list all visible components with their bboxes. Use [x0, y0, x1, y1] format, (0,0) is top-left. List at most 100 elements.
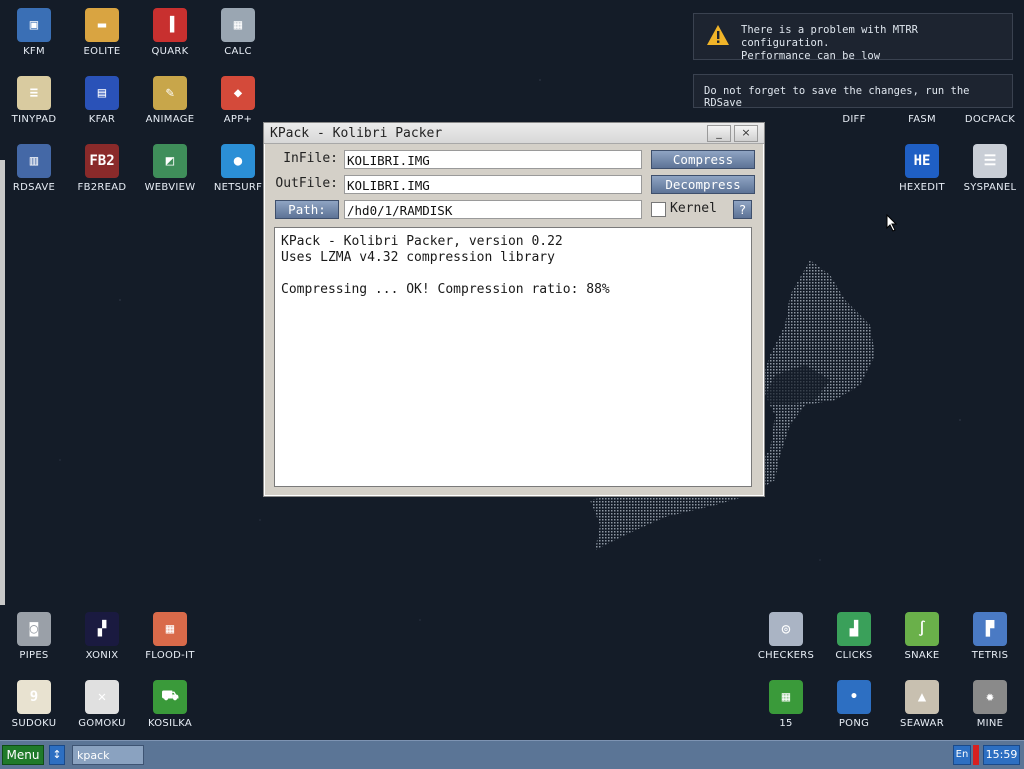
desktop-icon-checkers[interactable]: ◎ CHECKERS	[752, 604, 820, 668]
desktop-icon-kosilka[interactable]: ⛟ KOSILKA	[136, 672, 204, 736]
webview-icon: ◩	[153, 144, 187, 178]
desktop-icon-flood-it[interactable]: ▦ FLOOD-IT	[136, 604, 204, 668]
path-input[interactable]: /hd0/1/RAMDISK	[344, 200, 642, 219]
desktop-icon-animage[interactable]: ✎ ANIMAGE	[136, 68, 204, 132]
flood-icon: ▦	[153, 612, 187, 646]
desktop-icon-label: PONG	[838, 718, 870, 729]
rdsave-notification[interactable]: Do not forget to save the changes, run t…	[693, 74, 1013, 109]
close-button[interactable]: ×	[734, 125, 758, 142]
lawnmower-icon: ⛟	[153, 680, 187, 714]
folder-icon: ▬	[85, 8, 119, 42]
desktop-icon-sudoku[interactable]: 9 SUDOKU	[0, 672, 68, 736]
infile-input[interactable]: KOLIBRI.IMG	[344, 150, 642, 169]
desktop-icon-label: PIPES	[19, 650, 49, 661]
desktop-icon-pong[interactable]: • PONG	[820, 672, 888, 736]
desktop-icon-eolite[interactable]: ▬ EOLITE	[68, 0, 136, 64]
desktop-icon-label: SUDOKU	[11, 718, 57, 729]
snake-icon: ∫	[905, 612, 939, 646]
kfar-icon: ▤	[85, 76, 119, 110]
language-indicator[interactable]: En	[953, 745, 971, 765]
desktop-icon-label: CHECKERS	[757, 650, 815, 661]
desktop-icon-webview[interactable]: ◩ WEBVIEW	[136, 136, 204, 200]
log-line: Compressing ... OK! Compression ratio: 8…	[281, 282, 610, 297]
desktop-icon-rdsave[interactable]: ▥ RDSAVE	[0, 136, 68, 200]
taskbar-item-kpack[interactable]: kpack	[72, 745, 144, 765]
desktop-icon-label: FB2READ	[77, 182, 127, 193]
warning-icon	[707, 25, 729, 45]
book-icon: ▐	[153, 8, 187, 42]
desktop-icon-15[interactable]: ▦ 15	[752, 672, 820, 736]
desktop-icon-label: QUARK	[151, 46, 189, 57]
desktop-icon-kfm[interactable]: ▣ KFM	[0, 0, 68, 64]
sliders-icon: ☰	[973, 144, 1007, 178]
clock[interactable]: 15:59	[983, 745, 1020, 765]
desktop-icon-label: GOMOKU	[78, 718, 126, 729]
clicks-icon: ▟	[837, 612, 871, 646]
desktop-icon-label: EOLITE	[83, 46, 121, 57]
mtrr-notification-line1: There is a problem with MTRR configurati…	[741, 24, 919, 49]
desktop-icon-seawar[interactable]: ▲ SEAWAR	[888, 672, 956, 736]
hexedit-icon: HE	[905, 144, 939, 178]
seawar-icon: ▲	[905, 680, 939, 714]
kernel-checkbox[interactable]	[651, 202, 666, 217]
switch-window-button[interactable]: ↕	[49, 745, 65, 765]
outfile-input[interactable]: KOLIBRI.IMG	[344, 175, 642, 194]
desktop-icon-app-[interactable]: ◆ APP+	[204, 68, 272, 132]
checkers-icon: ◎	[769, 612, 803, 646]
desktop-icon-label: TINYPAD	[11, 114, 57, 125]
taskbar: Menu ↕ kpack En 15:59	[0, 740, 1024, 769]
desktop-icon-xonix[interactable]: ▞ XONIX	[68, 604, 136, 668]
fifteen-icon: ▦	[769, 680, 803, 714]
desktop-icon-mine[interactable]: ✹ MINE	[956, 672, 1024, 736]
desktop-icon-clicks[interactable]: ▟ CLICKS	[820, 604, 888, 668]
help-button[interactable]: ?	[733, 200, 752, 219]
minimize-button[interactable]: _	[707, 125, 731, 142]
log-output[interactable]: KPack - Kolibri Packer, version 0.22 Use…	[274, 227, 752, 487]
desktop-icon-label: DIFF	[842, 114, 866, 125]
desktop-icon-label: SNAKE	[904, 650, 940, 661]
outfile-label: OutFile:	[275, 176, 338, 191]
desktop-icon-label: HEXEDIT	[899, 182, 945, 193]
desktop-icon-fb2read[interactable]: FB2 FB2READ	[68, 136, 136, 200]
desktop-icon-gomoku[interactable]: ✕ GOMOKU	[68, 672, 136, 736]
compress-button[interactable]: Compress	[651, 150, 755, 169]
desktop-icon-label: KOSILKA	[147, 718, 193, 729]
notepad-icon: ≡	[17, 76, 51, 110]
left-edge-strip	[0, 160, 5, 605]
window-titlebar[interactable]: KPack - Kolibri Packer _ ×	[264, 123, 764, 144]
pong-icon: •	[837, 680, 871, 714]
desktop-icon-calc[interactable]: ▦ CALC	[204, 0, 272, 64]
menu-button[interactable]: Menu	[2, 745, 44, 765]
rdsave-notification-text: Do not forget to save the changes, run t…	[704, 85, 970, 109]
desktop-icon-label: 15	[779, 718, 793, 729]
kpack-window: KPack - Kolibri Packer _ × InFile: KOLIB…	[263, 122, 765, 497]
path-button[interactable]: Path:	[275, 200, 339, 219]
pipes-icon: ◙	[17, 612, 51, 646]
desktop-icon-pipes[interactable]: ◙ PIPES	[0, 604, 68, 668]
desktop-icon-label: CALC	[224, 46, 252, 57]
desktop-icon-kfar[interactable]: ▤ KFAR	[68, 68, 136, 132]
paint-icon: ✎	[153, 76, 187, 110]
log-line: Uses LZMA v4.32 compression library	[281, 250, 555, 265]
mtrr-notification[interactable]: There is a problem with MTRR configurati…	[693, 13, 1013, 62]
sudoku-icon: 9	[17, 680, 51, 714]
desktop-icon-label: CLICKS	[835, 650, 873, 661]
desktop-icon-netsurf[interactable]: ● NETSURF	[204, 136, 272, 200]
mtrr-notification-line2: Performance can be low	[741, 50, 881, 62]
desktop-icon-label: RDSAVE	[12, 182, 56, 193]
desktop-icon-label: ANIMAGE	[145, 114, 195, 125]
globe-icon: ●	[221, 144, 255, 178]
desktop-icon-label: SEAWAR	[900, 718, 944, 729]
cube-icon: ◆	[221, 76, 255, 110]
mine-icon: ✹	[973, 680, 1007, 714]
desktop-icon-label: KFAR	[88, 114, 116, 125]
desktop-icon-tetris[interactable]: ▛ TETRIS	[956, 604, 1024, 668]
desktop-icon-label: SYSPANEL	[963, 182, 1017, 193]
desktop-icon-tinypad[interactable]: ≡ TINYPAD	[0, 68, 68, 132]
desktop-icon-snake[interactable]: ∫ SNAKE	[888, 604, 956, 668]
decompress-button[interactable]: Decompress	[651, 175, 755, 194]
desktop-icon-syspanel[interactable]: ☰ SYSPANEL	[956, 136, 1024, 200]
desktop-icon-hexedit[interactable]: HE HEXEDIT	[888, 136, 956, 200]
desktop-icon-quark[interactable]: ▐ QUARK	[136, 0, 204, 64]
